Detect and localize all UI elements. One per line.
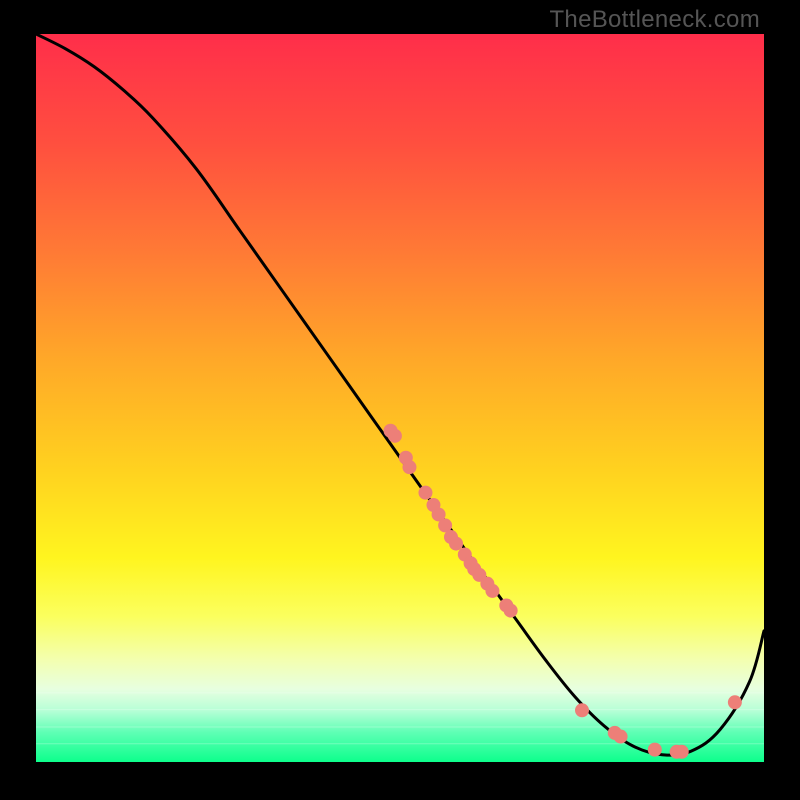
- point-highlight-points: [675, 745, 689, 759]
- point-highlight-points: [388, 429, 402, 443]
- point-highlight-points: [648, 743, 662, 757]
- plot-background: [36, 34, 764, 762]
- point-highlight-points: [449, 537, 463, 551]
- point-highlight-points: [418, 486, 432, 500]
- point-highlight-points: [728, 695, 742, 709]
- point-highlight-points: [614, 730, 628, 744]
- point-highlight-points: [402, 460, 416, 474]
- watermark-text: TheBottleneck.com: [549, 6, 760, 34]
- point-highlight-points: [575, 703, 589, 717]
- point-highlight-points: [504, 604, 518, 618]
- chart-stage: TheBottleneck.com: [0, 0, 800, 800]
- plot-area: [36, 34, 764, 762]
- plot-svg: [36, 34, 764, 762]
- point-highlight-points: [485, 584, 499, 598]
